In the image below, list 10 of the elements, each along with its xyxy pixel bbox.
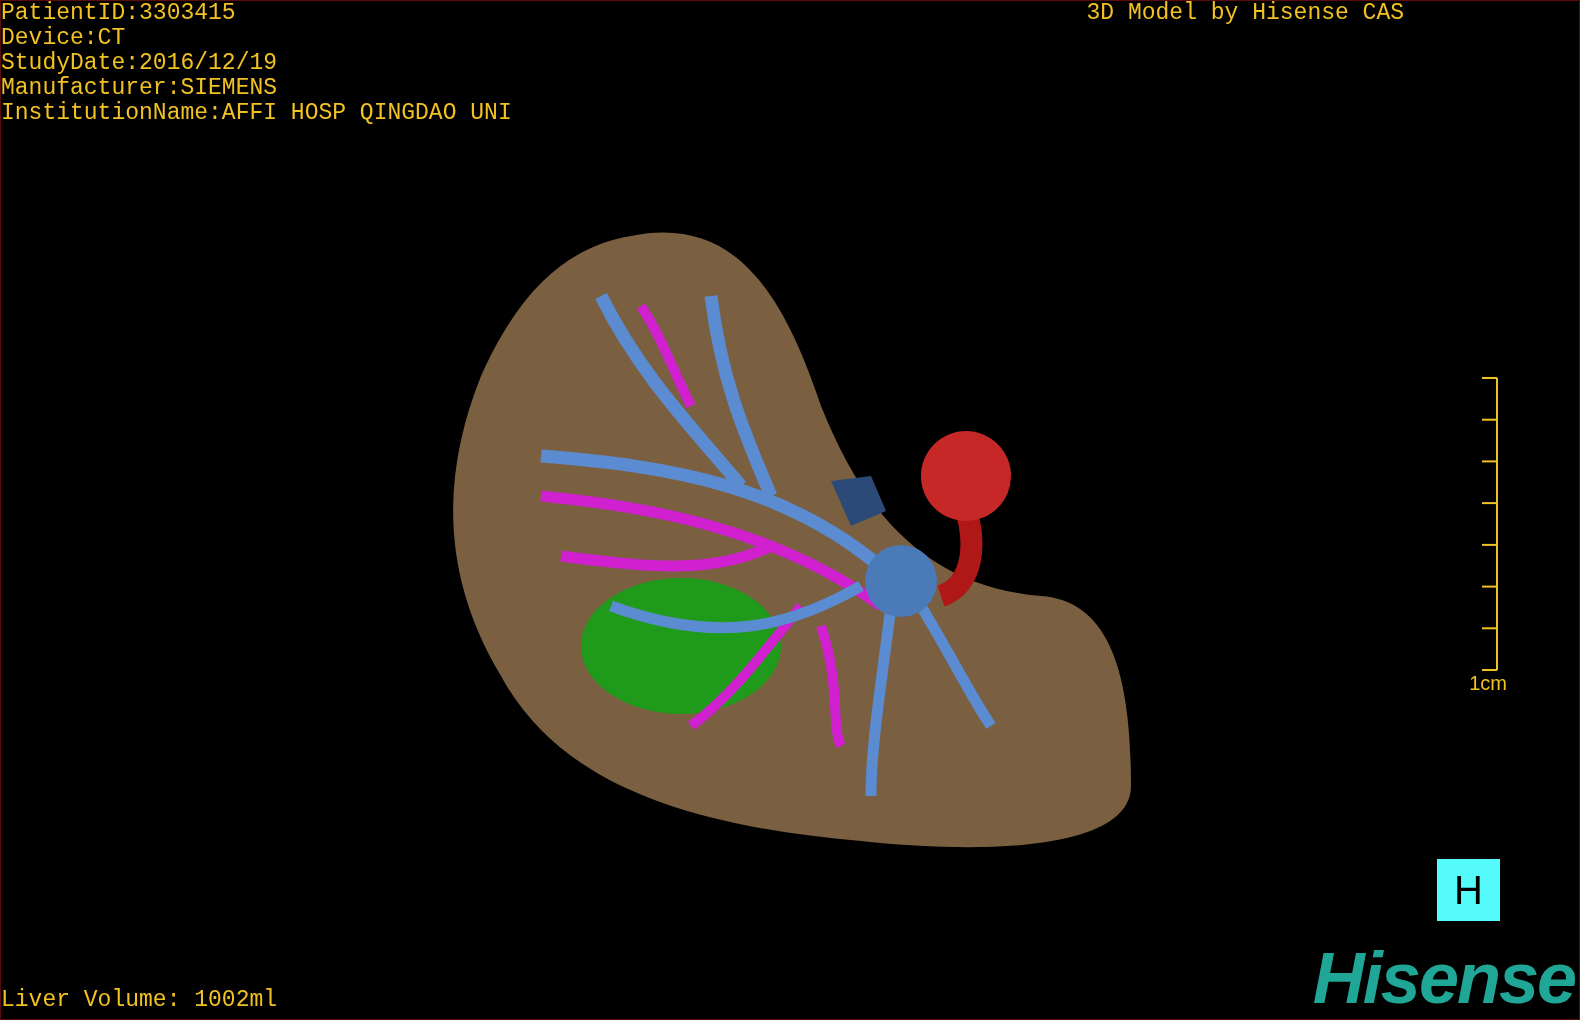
patient-info-line: InstitutionName:AFFI HOSP QINGDAO UNI: [1, 101, 512, 126]
viewer-title: 3D Model by Hisense CAS: [1086, 1, 1404, 28]
patient-info-line: Manufacturer:SIEMENS: [1, 76, 279, 101]
brand-logo: Hisense: [1312, 943, 1575, 1013]
orientation-marker: H: [1437, 859, 1500, 921]
liver-volume-text: Liver Volume: 1002ml: [1, 988, 278, 1013]
scale-label: 1cm: [1469, 672, 1507, 694]
patient-info-line: StudyDate:2016/12/19: [1, 51, 279, 76]
patient-info-line: PatientID:3303415: [1, 1, 237, 26]
patient-info-line: Device:CT: [1, 26, 127, 51]
